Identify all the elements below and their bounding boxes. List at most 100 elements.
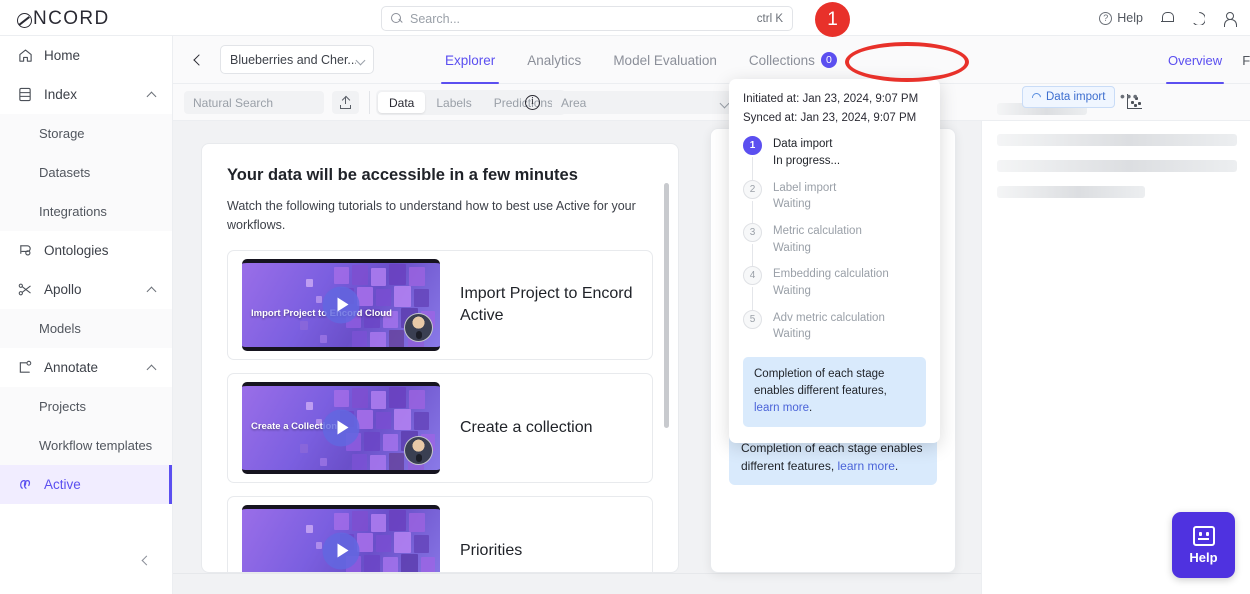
thumbnail-title: Import Project to Encord Cloud xyxy=(251,307,392,319)
stage-note-text: Completion of each stage enables differe… xyxy=(754,367,887,398)
sidebar-item-storage[interactable]: Storage xyxy=(0,114,172,153)
tutorial-label: Priorities xyxy=(460,541,523,559)
tutorial-item[interactable]: Priorities Priorities xyxy=(227,495,653,572)
account-icon[interactable] xyxy=(1222,11,1237,27)
help-button[interactable]: ? Help xyxy=(1099,11,1143,25)
sidebar-group-annotate[interactable]: Annotate xyxy=(0,348,172,387)
import-step-row: 2 Label import Waiting xyxy=(729,179,940,228)
step-status: Waiting xyxy=(773,328,811,341)
step-number: 1 xyxy=(743,136,762,156)
tab-explorer[interactable]: Explorer xyxy=(429,36,511,84)
step-body: Data import In progress... xyxy=(773,136,840,179)
segment-data[interactable]: Data xyxy=(378,92,426,113)
sidebar-item-ontologies[interactable]: Ontologies xyxy=(0,231,172,270)
page-title: Your data will be accessible in a few mi… xyxy=(227,166,578,184)
segment-label: Labels xyxy=(436,95,472,110)
annotate-icon xyxy=(17,360,33,375)
area-metric-select[interactable]: Area xyxy=(552,91,737,114)
sidebar-item-label: Workflow templates xyxy=(39,438,153,453)
page-subtitle: Watch the following tutorials to underst… xyxy=(227,199,636,232)
scrollbar-thumb[interactable] xyxy=(664,183,669,428)
global-search-input[interactable]: Search... ctrl K xyxy=(381,6,793,31)
sidebar-item-integrations[interactable]: Integrations xyxy=(0,192,172,231)
bell-icon[interactable] xyxy=(1160,11,1174,25)
upload-button[interactable] xyxy=(332,91,359,114)
tab-label: Overview xyxy=(1168,52,1223,68)
home-icon xyxy=(17,48,33,63)
ontology-icon xyxy=(17,243,33,258)
import-steps-list: 1 Data import In progress... 2 Label imp… xyxy=(729,136,940,353)
sidebar-item-label: Integrations xyxy=(39,204,107,219)
apollo-icon xyxy=(17,282,33,297)
import-synced-at: Synced at: Jan 23, 2024, 9:07 PM xyxy=(743,111,917,124)
tab-analytics[interactable]: Analytics xyxy=(511,36,597,84)
sidebar-item-label: Ontologies xyxy=(44,243,109,258)
step-body: Label import Waiting xyxy=(773,180,836,223)
tutorial-label: Import Project to Encord Active xyxy=(460,284,633,324)
sidebar-collapse-button[interactable] xyxy=(134,549,156,571)
top-bar-actions: ? Help xyxy=(1099,0,1237,36)
skeleton-bar xyxy=(997,186,1145,198)
import-status-tooltip: Initiated at: Jan 23, 2024, 9:07 PM Sync… xyxy=(729,79,940,443)
learn-more-link[interactable]: learn more xyxy=(838,459,895,473)
sidebar-item-active[interactable]: Active xyxy=(0,465,172,504)
sidebar-item-home[interactable]: Home xyxy=(0,36,172,75)
encord-logo-text: NCORD xyxy=(33,8,110,29)
data-import-button[interactable]: Data import xyxy=(1022,86,1116,108)
project-bar: Blueberries and Cher... Explorer Analyti… xyxy=(173,36,1250,108)
help-widget-button[interactable]: Help xyxy=(1172,512,1235,578)
tab-collections[interactable]: Collections 0 xyxy=(733,36,853,84)
segment-labels[interactable]: Labels xyxy=(425,92,482,113)
area-placeholder: Area xyxy=(561,95,587,110)
play-icon[interactable] xyxy=(322,409,360,446)
encord-logo[interactable]: NCORD xyxy=(17,8,110,30)
step-title: Embedding calculation xyxy=(773,268,889,281)
video-thumbnail: Import Project to Encord Cloud xyxy=(242,258,440,351)
play-icon[interactable] xyxy=(322,286,360,323)
sidebar-item-datasets[interactable]: Datasets xyxy=(0,153,172,192)
info-icon[interactable]: i xyxy=(525,95,540,110)
chevron-left-icon xyxy=(192,54,205,66)
index-icon xyxy=(17,87,33,102)
tab-filter[interactable]: Filter 0 xyxy=(1232,36,1250,84)
app-root: NCORD Search... ctrl K ? Help Home Index… xyxy=(0,0,1250,594)
collections-count-badge: 0 xyxy=(820,52,837,68)
tutorial-item[interactable]: Import Project to Encord Cloud Import Pr… xyxy=(227,249,653,360)
sidebar-group-apollo[interactable]: Apollo xyxy=(0,270,172,309)
sidebar-item-label: Apollo xyxy=(44,282,82,297)
presenter-avatar xyxy=(404,312,433,342)
tab-label: Analytics xyxy=(527,52,582,68)
sidebar-item-models[interactable]: Models xyxy=(0,309,172,348)
more-options-button[interactable]: ••• xyxy=(1120,88,1139,104)
tutorials-scrollbar[interactable] xyxy=(664,170,669,572)
step-body: Embedding calculation Waiting xyxy=(773,266,889,309)
moon-icon[interactable] xyxy=(1191,11,1205,25)
sidebar-subgroup-apollo: Models xyxy=(0,309,172,348)
natural-search-input[interactable]: Natural Search xyxy=(184,91,324,114)
back-button[interactable] xyxy=(182,45,212,75)
step-title: Adv metric calculation xyxy=(773,311,885,324)
active-icon xyxy=(17,477,33,492)
encord-logo-mark xyxy=(17,12,32,28)
tutorial-item[interactable]: Create a Collection Create a collection xyxy=(227,372,653,483)
step-status: Waiting xyxy=(773,284,811,297)
help-label: Help xyxy=(1117,11,1143,25)
play-icon[interactable] xyxy=(322,532,360,569)
search-icon xyxy=(391,12,403,25)
spinner-icon xyxy=(1030,90,1043,104)
tab-label: Model Evaluation xyxy=(613,52,717,68)
tutorial-label: Create a collection xyxy=(460,418,593,436)
sidebar-item-projects[interactable]: Projects xyxy=(0,387,172,426)
project-selector[interactable]: Blueberries and Cher... xyxy=(220,45,374,74)
sidebar-item-workflow-templates[interactable]: Workflow templates xyxy=(0,426,172,465)
step-number: 2 xyxy=(743,179,762,199)
tab-model-evaluation[interactable]: Model Evaluation xyxy=(597,36,733,84)
import-initiated-at: Initiated at: Jan 23, 2024, 9:07 PM xyxy=(743,93,919,105)
learn-more-link[interactable]: learn more xyxy=(754,402,809,414)
tab-label: Filter xyxy=(1242,52,1250,68)
tab-overview[interactable]: Overview xyxy=(1158,36,1232,84)
step-number: 4 xyxy=(743,266,762,286)
sidebar-group-index[interactable]: Index xyxy=(0,75,172,114)
sidebar: Home Index Storage Datasets Integrations xyxy=(0,36,173,594)
stage-note-end: . xyxy=(808,402,813,415)
